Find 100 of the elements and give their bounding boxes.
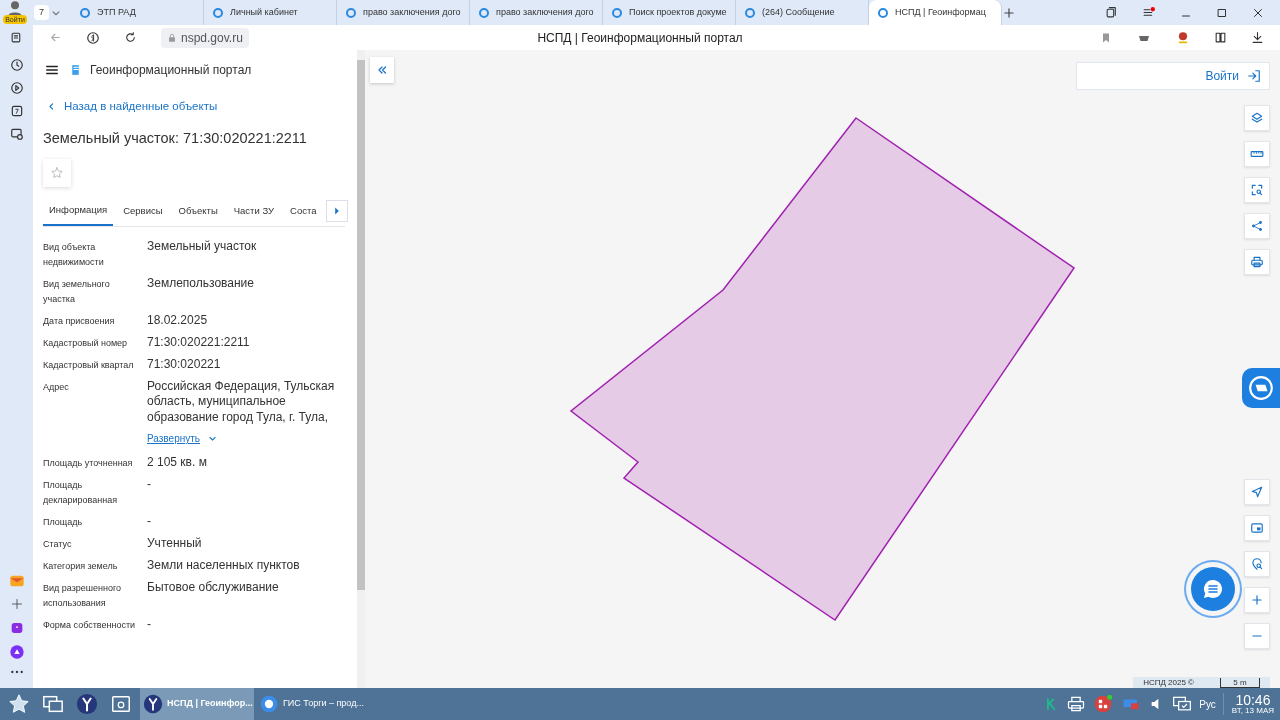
new-tab-icon[interactable] — [1002, 5, 1016, 20]
panel-tab[interactable]: Сервисы — [117, 196, 169, 226]
back-link[interactable]: Назад в найденные объекты — [43, 98, 218, 116]
field-label: Статус — [43, 538, 73, 551]
reader-icon[interactable] — [1214, 31, 1227, 44]
field-value: Землепользование — [147, 275, 254, 291]
more-icon[interactable] — [9, 669, 24, 675]
feedback-tab-button[interactable] — [1242, 368, 1280, 408]
close-icon[interactable] — [1252, 6, 1264, 19]
field-value: - — [147, 477, 151, 493]
reload-icon[interactable] — [124, 31, 137, 44]
site-icon — [478, 6, 490, 19]
layers-button[interactable] — [1244, 105, 1270, 131]
panel-tab[interactable]: Объекты — [172, 196, 224, 226]
field-label: Адрес — [43, 380, 70, 394]
page-title: НСПД | Геоинформационный портал — [537, 29, 743, 47]
extension-icon[interactable] — [1176, 30, 1190, 45]
browser-tab[interactable]: НСПД | Геоинформац — [869, 0, 1002, 25]
layers-icon — [1250, 111, 1264, 125]
menu-icon[interactable] — [45, 63, 59, 77]
screenshot-icon[interactable] — [9, 127, 24, 141]
apps-icon[interactable] — [1093, 694, 1114, 714]
field-value: Земельный участок — [147, 238, 257, 254]
portal-logo-icon — [69, 63, 82, 77]
printer-icon[interactable] — [1066, 694, 1087, 714]
field-label: Категория земель — [43, 560, 119, 573]
field-value: 18.02.2025 — [147, 312, 208, 328]
start-star-icon[interactable] — [8, 693, 30, 715]
area-search-icon — [1250, 183, 1264, 197]
locate-button[interactable] — [1244, 479, 1270, 505]
clock-date[interactable]: ВТ, 13 МАЯ — [1231, 707, 1274, 715]
bookmark-icon[interactable] — [1100, 31, 1112, 44]
field-value: - — [147, 514, 151, 530]
login-icon — [1247, 69, 1261, 83]
field-label: Вид земельного участка — [43, 277, 111, 306]
panel-tab[interactable]: Части ЗУ — [227, 196, 281, 226]
area-search-button[interactable] — [1244, 177, 1270, 203]
share-button[interactable] — [1244, 213, 1270, 239]
minimap-button[interactable] — [1244, 515, 1270, 541]
windows-icon[interactable] — [42, 693, 64, 715]
play-icon[interactable] — [9, 81, 24, 95]
plus-icon — [1250, 593, 1264, 607]
scroll-tabs-button[interactable] — [326, 200, 349, 222]
calendar-icon[interactable] — [9, 104, 24, 118]
field-value: 71:30:020221:2211 — [147, 334, 250, 350]
field-label: Кадастровый квартал — [43, 358, 135, 372]
tabs-icon[interactable] — [1105, 6, 1118, 19]
object-title: Земельный участок: 71:30:020221:2211 — [43, 130, 308, 148]
file-manager-icon[interactable] — [110, 693, 132, 715]
star-icon — [50, 165, 64, 180]
site-icon — [345, 6, 357, 19]
field-value: Российская Федерация, Тульская область, муниципальное образование город Тула, г. Тула, — [147, 378, 336, 425]
caret-icon — [334, 207, 341, 215]
field-label: Вид объекта недвижимости — [43, 240, 105, 269]
assistant-icon[interactable] — [8, 644, 25, 660]
lock-icon — [167, 32, 177, 43]
site-icon — [79, 6, 91, 19]
add-icon[interactable] — [10, 598, 23, 610]
field-label: Площадь — [43, 516, 84, 529]
ruler-button[interactable] — [1244, 141, 1270, 167]
double-chevron-left-icon — [376, 64, 388, 76]
field-value: - — [147, 617, 151, 633]
collections-icon[interactable] — [10, 31, 23, 44]
field-label: Форма собственности — [43, 619, 137, 632]
pin-search-button[interactable] — [1244, 551, 1270, 577]
login-button[interactable]: Войти — [1076, 62, 1270, 90]
field-value: 2 105 кв. м — [147, 455, 207, 471]
field-label: Площадь уточненная — [43, 457, 134, 470]
history-icon[interactable] — [9, 58, 24, 72]
field-value: Земли населенных пунктов — [147, 558, 300, 574]
field-value: Учтенный — [147, 536, 202, 552]
location-search-icon — [1250, 557, 1264, 571]
field-label: Дата присвоения — [43, 314, 116, 328]
chat-icon — [1201, 577, 1225, 601]
share-icon — [1250, 219, 1264, 233]
site-icon — [744, 6, 756, 19]
field-label: Вид разрешенного использования — [43, 582, 123, 610]
picture-in-picture-icon — [1250, 521, 1264, 535]
panel-tab[interactable]: Информация — [43, 196, 114, 226]
menu-icon[interactable] — [1142, 6, 1156, 19]
attribution-text: НСПД 2025 © — [1143, 676, 1194, 689]
clock-time[interactable]: 10:46 — [1235, 693, 1271, 707]
maximize-icon[interactable] — [1216, 6, 1228, 19]
site-icon — [877, 6, 889, 19]
tab-counter[interactable]: 7 — [34, 4, 49, 21]
field-value: 71:30:020221 — [147, 356, 221, 372]
scrollbar[interactable] — [357, 50, 365, 688]
mail-icon[interactable] — [7, 573, 26, 589]
taskbar-task[interactable]: ГИС Торги – прод... — [256, 688, 370, 720]
download-icon[interactable] — [1251, 31, 1264, 44]
address-field[interactable]: nspd.gov.ru — [161, 27, 249, 48]
panel-tab[interactable]: Соста — [284, 196, 323, 226]
expand-link[interactable]: Развернуть — [147, 431, 217, 446]
print-button[interactable] — [1244, 249, 1270, 275]
field-label: Площадь декларированная — [43, 479, 119, 507]
scale-bar: 5 m — [1220, 677, 1260, 688]
collapse-panel-button[interactable] — [370, 57, 394, 83]
keyboard-layout-indicator[interactable]: Рус — [1199, 696, 1216, 712]
site-icon — [611, 6, 623, 19]
field-label: Кадастровый номер — [43, 336, 129, 350]
